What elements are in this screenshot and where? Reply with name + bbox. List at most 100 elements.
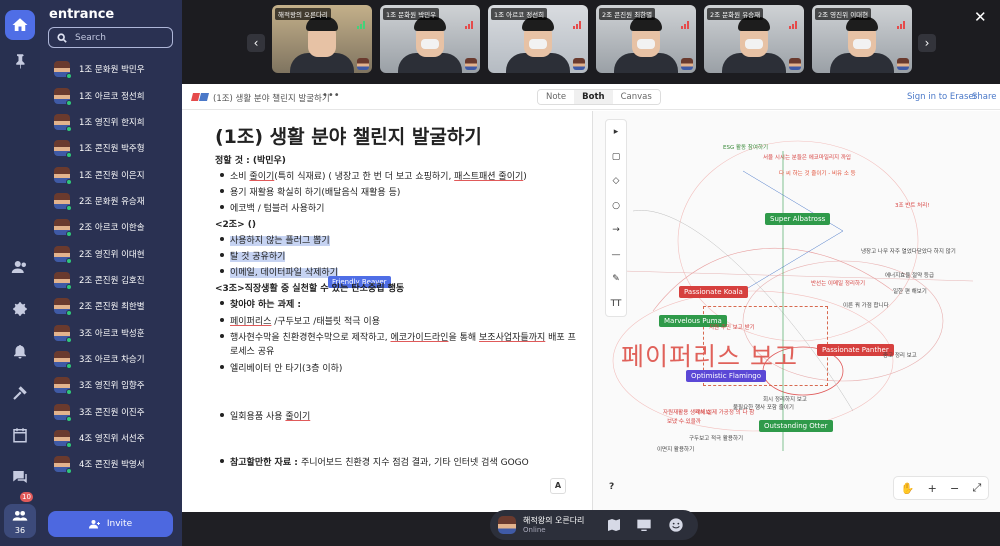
home-icon[interactable] xyxy=(5,10,35,40)
more-options-icon[interactable]: ••• xyxy=(322,90,340,101)
avatar[interactable] xyxy=(498,516,516,534)
canvas-note[interactable]: 자원재활용 생각해보 xyxy=(663,408,710,416)
canvas-note[interactable]: 중고 정리 보고 xyxy=(883,351,917,359)
pin-icon[interactable] xyxy=(5,46,35,76)
bell-icon[interactable] xyxy=(5,336,35,366)
hand-tool-icon[interactable]: ✋ xyxy=(901,482,915,495)
whiteboard-canvas[interactable]: ▸ ▢ ◇ ○ → — ✎ TT ? ✋ + − ⤢ 페이퍼리스 보고 Super Albat… xyxy=(593,111,1000,512)
canvas-note[interactable]: 보냈 수 있을까 xyxy=(667,417,701,425)
member-list-item[interactable]: 4조 영진위 서선주 xyxy=(40,425,182,451)
note-editor[interactable]: (1조) 생활 분야 챌린지 발굴하기 정할 것 : (박민우) 소비 줄이기(… xyxy=(182,111,592,512)
emoji-icon[interactable] xyxy=(668,517,684,533)
app-header: (1조) 생활 분야 챌린지 발굴하기 ••• Note Both Canvas… xyxy=(182,84,1000,110)
member-list-item[interactable]: 2조 콘진원 김호진 xyxy=(40,267,182,293)
collaborator-cursor-label: Outstanding Otter xyxy=(759,420,833,432)
calendar-icon[interactable] xyxy=(5,420,35,450)
member-list-item[interactable]: 4조 콘진원 박영서 xyxy=(40,451,182,477)
hammer-icon[interactable] xyxy=(5,378,35,408)
close-icon[interactable]: ✕ xyxy=(974,8,987,26)
fit-screen-icon[interactable]: ⤢ xyxy=(973,481,982,495)
canvas-note[interactable]: ESG 활동 참여하기 xyxy=(723,143,768,151)
canvas-note[interactable]: 구두보고 적극 활용하기 xyxy=(689,434,743,442)
collaborator-cursor-label: Passionate Koala xyxy=(679,286,748,298)
pen-tool-icon[interactable]: ✎ xyxy=(606,267,626,292)
line-tool-icon[interactable]: — xyxy=(606,243,626,268)
eraser-logo-icon xyxy=(191,93,209,101)
face-mask xyxy=(421,39,439,49)
member-list-item[interactable]: 1조 콘진원 박주형 xyxy=(40,135,182,161)
video-prev-button[interactable]: ‹ xyxy=(247,34,265,52)
canvas-note[interactable]: 지원 주민 보고 받기 xyxy=(709,323,755,331)
text: 줄이기 xyxy=(249,172,275,182)
member-list-item[interactable]: 1조 콘진원 이은지 xyxy=(40,161,182,187)
member-list-item[interactable]: 2조 영진위 이대현 xyxy=(40,240,182,266)
canvas-note[interactable]: 다 씨 하는 것 줄이기 - 비유 소 등 xyxy=(779,169,856,177)
tab-canvas[interactable]: Canvas xyxy=(612,90,660,104)
member-list-item[interactable]: 3조 영진위 임향주 xyxy=(40,372,182,398)
members-icon[interactable] xyxy=(5,252,35,282)
search-input[interactable] xyxy=(75,32,165,43)
tab-both[interactable]: Both xyxy=(574,90,613,104)
text: 참고할만한 자료 : xyxy=(230,458,301,468)
diamond-tool-icon[interactable]: ◇ xyxy=(606,169,626,194)
video-tile[interactable]: 1조 문화원 박민우 xyxy=(380,5,480,73)
text: 이메일, 데이터파일 삭제하기 xyxy=(230,268,338,278)
chat-icon[interactable] xyxy=(5,462,35,492)
signal-icon xyxy=(681,10,691,29)
member-name: 3조 아르코 차승기 xyxy=(79,354,145,365)
video-tile[interactable]: 2조 문화원 유승재 xyxy=(704,5,804,73)
format-button[interactable]: A xyxy=(550,478,566,494)
online-dot xyxy=(66,231,72,238)
text: 일회용품 사용 xyxy=(230,412,286,422)
video-tile[interactable]: 1조 아르코 정선희 xyxy=(488,5,588,73)
text: 을 통해 xyxy=(448,333,480,343)
online-count[interactable]: 36 xyxy=(4,504,36,538)
ellipse-tool-icon[interactable]: ○ xyxy=(606,194,626,219)
map-icon[interactable] xyxy=(606,517,622,533)
canvas-note[interactable]: 서울 시시는 분들은 에코마일리지 까입 xyxy=(763,153,851,161)
video-tile[interactable]: 2조 영진위 이대현 xyxy=(812,5,912,73)
settings-icon[interactable] xyxy=(5,294,35,324)
canvas-note[interactable]: 일한 편 해보기 xyxy=(893,287,927,295)
video-tile[interactable]: 2조 콘진원 최한별 xyxy=(596,5,696,73)
member-name: 1조 콘진원 박주형 xyxy=(79,144,145,155)
video-next-button[interactable]: › xyxy=(918,34,936,52)
invite-button[interactable]: Invite xyxy=(48,511,173,537)
canvas-note[interactable]: 회시 정리하지 보고 xyxy=(763,395,807,403)
text: 사용하지 않는 플러그 뽑기 xyxy=(230,236,330,246)
member-list-item[interactable]: 3조 아르코 박성훈 xyxy=(40,319,182,345)
doc-bullet: 찾아야 하는 과제 : xyxy=(220,297,301,310)
canvas-note[interactable]: 이른 꿔 가점 합니다 xyxy=(843,301,889,309)
member-name: 2조 아르코 이한솔 xyxy=(79,223,145,234)
text-tool-icon[interactable]: TT xyxy=(606,292,626,317)
signin-link[interactable]: Sign in to Eraser xyxy=(907,92,977,102)
screen-share-icon[interactable] xyxy=(636,517,652,533)
member-list-item[interactable]: 2조 문화원 유승재 xyxy=(40,188,182,214)
search-box[interactable] xyxy=(48,27,173,48)
canvas-note[interactable]: 에너지효율 절약 등급 xyxy=(885,271,934,279)
member-list-item[interactable]: 3조 콘진원 이진주 xyxy=(40,398,182,424)
select-tool-icon[interactable]: ▸ xyxy=(606,120,626,145)
arrow-tool-icon[interactable]: → xyxy=(606,218,626,243)
online-dot xyxy=(66,389,72,396)
canvas-note[interactable]: 반선는 이메일 정리하기 xyxy=(811,279,865,287)
member-list-item[interactable]: 1조 영진위 한지희 xyxy=(40,109,182,135)
share-link[interactable]: Share xyxy=(972,92,997,102)
member-list-item[interactable]: 1조 아르코 정선희 xyxy=(40,82,182,108)
canvas-note[interactable]: 3조 반트 처리! xyxy=(895,201,930,209)
canvas-big-text[interactable]: 페이퍼리스 보고 xyxy=(621,337,798,373)
zoom-out-button[interactable]: − xyxy=(950,482,959,495)
member-list-item[interactable]: 1조 문화원 박민우 xyxy=(40,56,182,82)
member-list-item[interactable]: 3조 아르코 차승기 xyxy=(40,346,182,372)
member-list-item[interactable]: 2조 콘진원 최한별 xyxy=(40,293,182,319)
canvas-note[interactable]: 냉장고 나무 자주 열었다닫았다 하지 않기 xyxy=(861,247,956,255)
member-name: 1조 콘진원 이은지 xyxy=(79,170,145,181)
rectangle-tool-icon[interactable]: ▢ xyxy=(606,145,626,170)
help-button[interactable]: ? xyxy=(609,482,614,492)
tab-note[interactable]: Note xyxy=(538,90,575,104)
zoom-in-button[interactable]: + xyxy=(928,482,937,495)
member-list-item[interactable]: 2조 아르코 이한솔 xyxy=(40,214,182,240)
video-tile[interactable]: 해적왕의 오른다리 xyxy=(272,5,372,73)
member-name: 4조 콘진원 박영서 xyxy=(79,460,145,471)
canvas-note[interactable]: 이면지 활용하기 xyxy=(657,445,694,453)
